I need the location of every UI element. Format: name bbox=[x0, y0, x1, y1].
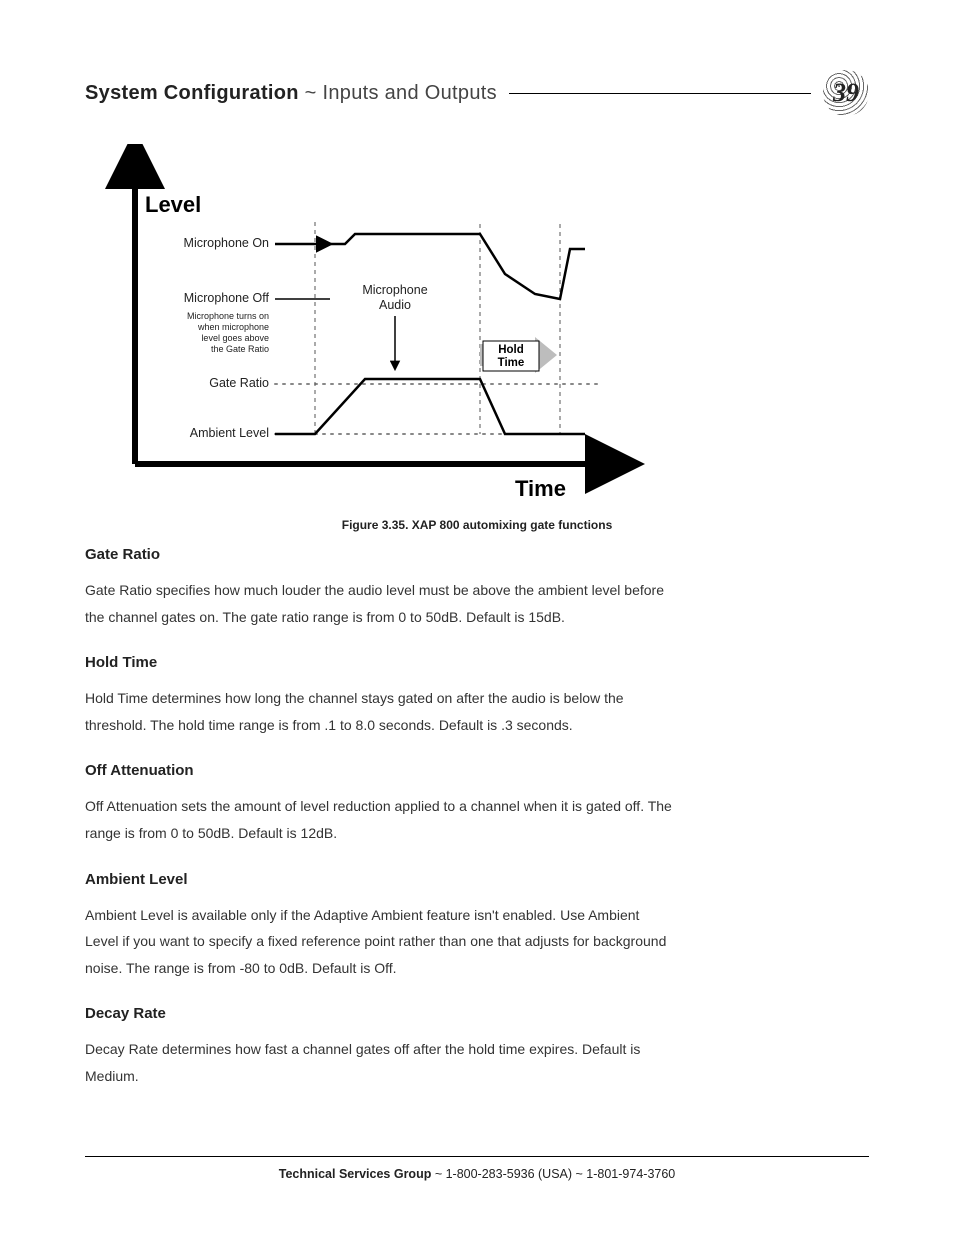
section-body: Decay Rate determines how fast a channel… bbox=[85, 1036, 675, 1089]
svg-text:Microphone: Microphone bbox=[362, 283, 427, 297]
section-ambient-level: Ambient Level Ambient Level is available… bbox=[85, 871, 869, 982]
page-title-strong: System Configuration bbox=[85, 82, 299, 104]
page-number: 39 bbox=[833, 78, 859, 108]
page-title-light: Inputs and Outputs bbox=[323, 82, 497, 104]
footer-strong: Technical Services Group bbox=[279, 1167, 432, 1181]
page-title-sep: ~ bbox=[299, 82, 323, 104]
section-body: Hold Time determines how long the channe… bbox=[85, 685, 675, 738]
section-hold-time: Hold Time Hold Time determines how long … bbox=[85, 654, 869, 738]
page: System Configuration ~ Inputs and Output… bbox=[0, 0, 954, 1235]
footer-text: Technical Services Group ~ 1-800-283-593… bbox=[0, 1167, 954, 1181]
svg-text:Hold: Hold bbox=[498, 344, 524, 356]
section-body: Ambient Level is available only if the A… bbox=[85, 902, 675, 982]
svg-text:Time: Time bbox=[498, 357, 525, 369]
footer-rest: ~ 1-800-283-5936 (USA) ~ 1-801-974-3760 bbox=[431, 1167, 675, 1181]
axis-y-label: Level bbox=[145, 192, 201, 217]
hold-time-arrow: Hold Time bbox=[480, 337, 557, 373]
gate-diagram-svg: Level Time bbox=[85, 144, 645, 514]
page-title: System Configuration ~ Inputs and Output… bbox=[85, 82, 497, 105]
section-off-attenuation: Off Attenuation Off Attenuation sets the… bbox=[85, 762, 869, 846]
section-body: Gate Ratio specifies how much louder the… bbox=[85, 577, 675, 630]
figure-gate-diagram: Level Time bbox=[85, 144, 869, 532]
header-rule bbox=[509, 93, 811, 94]
svg-text:Microphone Off: Microphone Off bbox=[184, 291, 270, 305]
section-heading: Hold Time bbox=[85, 654, 869, 671]
svg-text:Ambient Level: Ambient Level bbox=[190, 426, 269, 440]
footer-rule bbox=[85, 1156, 869, 1157]
svg-text:the Gate Ratio: the Gate Ratio bbox=[211, 344, 269, 354]
figure-caption: Figure 3.35. XAP 800 automixing gate fun… bbox=[85, 518, 869, 532]
axis-x-label: Time bbox=[515, 476, 566, 501]
section-body: Off Attenuation sets the amount of level… bbox=[85, 793, 675, 846]
page-number-badge: 39 bbox=[823, 70, 869, 116]
section-heading: Off Attenuation bbox=[85, 762, 869, 779]
section-gate-ratio: Gate Ratio Gate Ratio specifies how much… bbox=[85, 546, 869, 630]
svg-text:Microphone turns on: Microphone turns on bbox=[187, 311, 269, 321]
svg-text:when microphone: when microphone bbox=[197, 322, 269, 332]
section-heading: Decay Rate bbox=[85, 1005, 869, 1022]
svg-text:Microphone On: Microphone On bbox=[184, 236, 270, 250]
page-header: System Configuration ~ Inputs and Output… bbox=[85, 70, 869, 116]
svg-text:Gate Ratio: Gate Ratio bbox=[209, 376, 269, 390]
section-heading: Gate Ratio bbox=[85, 546, 869, 563]
section-heading: Ambient Level bbox=[85, 871, 869, 888]
svg-text:level goes above: level goes above bbox=[201, 333, 269, 343]
svg-text:Audio: Audio bbox=[379, 298, 411, 312]
section-decay-rate: Decay Rate Decay Rate determines how fas… bbox=[85, 1005, 869, 1089]
